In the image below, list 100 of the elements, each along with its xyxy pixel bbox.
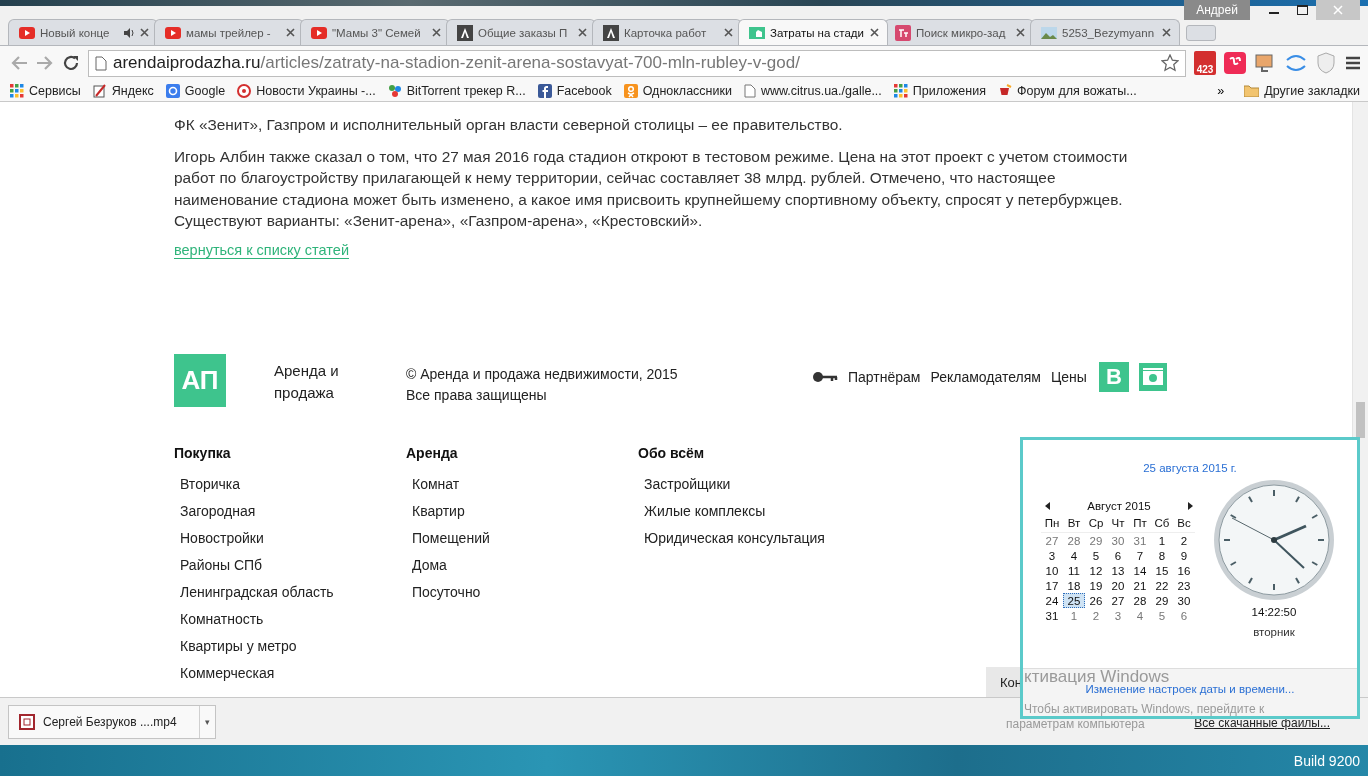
bookmark-label[interactable]: Google — [184, 83, 226, 98]
previous-icon[interactable] — [1045, 502, 1050, 510]
more-bookmarks-button[interactable]: » — [1217, 83, 1225, 98]
bookmark-label[interactable]: Яндекс — [111, 83, 154, 98]
calendar-day[interactable]: 31 — [1041, 608, 1063, 623]
close-icon[interactable] — [578, 28, 587, 37]
maximize-icon[interactable] — [1296, 5, 1308, 15]
calendar-day[interactable]: 4 — [1129, 608, 1151, 623]
footer-link[interactable]: Квартир — [412, 497, 638, 525]
calendar-day[interactable]: 16 — [1173, 563, 1195, 578]
download-menu-button[interactable]: ▾ — [199, 705, 215, 738]
calendar-day[interactable]: 30 — [1107, 533, 1129, 548]
month-title[interactable]: Август 2015 — [1087, 500, 1151, 512]
browser-tab[interactable]: Поиск микро-зад — [884, 19, 1034, 45]
footer-link[interactable]: Новостройки — [180, 524, 406, 552]
calendar-day[interactable]: 1 — [1063, 608, 1085, 623]
calendar-day[interactable]: 4 — [1063, 548, 1085, 563]
star-icon[interactable] — [1161, 54, 1179, 72]
calendar-day[interactable]: 12 — [1085, 563, 1107, 578]
footer-link[interactable]: Посуточно — [412, 578, 638, 606]
calendar-day[interactable]: 15 — [1151, 563, 1173, 578]
close-icon[interactable] — [286, 28, 295, 37]
calendar-day[interactable]: 5 — [1085, 548, 1107, 563]
calendar-day[interactable]: 25 — [1063, 593, 1085, 608]
calendar-day[interactable]: 6 — [1173, 608, 1195, 623]
footer-link[interactable]: Вторичка — [180, 470, 406, 498]
close-icon[interactable] — [140, 28, 149, 37]
close-icon[interactable] — [432, 28, 441, 37]
browser-tab[interactable]: Карточка работ — [592, 19, 742, 45]
script-extension-icon[interactable] — [1224, 52, 1246, 74]
browser-tab[interactable]: Затраты на стади — [738, 19, 888, 45]
footer-link[interactable]: Рекламодателям — [930, 368, 1041, 385]
calendar-day[interactable]: 1 — [1151, 533, 1173, 548]
bookmark[interactable]: Одноклассники — [623, 83, 732, 98]
next-icon[interactable] — [1188, 502, 1193, 510]
monitor-icon[interactable] — [1254, 52, 1276, 74]
other-bookmarks[interactable]: Другие закладки — [1244, 83, 1360, 98]
calendar-day[interactable]: 3 — [1041, 548, 1063, 563]
footer-link[interactable]: Ленинградская область — [180, 578, 406, 606]
calendar-day[interactable]: 3 — [1107, 608, 1129, 623]
reload-icon[interactable] — [62, 54, 80, 72]
calendar-day[interactable]: 14 — [1129, 563, 1151, 578]
close-icon[interactable] — [1016, 28, 1025, 37]
footer-link[interactable]: Жилые комплексы — [644, 497, 870, 525]
bookmark-label[interactable]: Другие закладки — [1264, 83, 1360, 98]
bookmark-label[interactable]: Facebook — [556, 83, 612, 98]
calendar-day[interactable]: 10 — [1041, 563, 1063, 578]
settings-link[interactable]: Изменение настроек даты и времени... — [1085, 683, 1295, 695]
footer-link[interactable]: Коммерческая — [180, 659, 406, 687]
footer-link[interactable]: Цены — [1050, 368, 1087, 385]
calendar-day[interactable]: 17 — [1041, 578, 1063, 593]
footer-link[interactable]: Юридическая консультация — [644, 524, 870, 552]
footer-link[interactable]: Партнёрам — [848, 368, 921, 385]
close-icon[interactable] — [724, 28, 733, 37]
bookmark-label[interactable]: Приложения — [912, 83, 986, 98]
calendar-day[interactable]: 31 — [1129, 533, 1151, 548]
footer-link[interactable]: Застройщики — [644, 470, 870, 498]
calendar-day[interactable]: 27 — [1041, 533, 1063, 548]
calendar-day[interactable]: 5 — [1151, 608, 1173, 623]
bookmark[interactable]: Яндекс — [92, 83, 154, 98]
bookmark-label[interactable]: Одноклассники — [642, 83, 732, 98]
footer-link[interactable]: Загородная — [180, 497, 406, 525]
scrollbar-thumb[interactable] — [1356, 402, 1365, 438]
footer-link[interactable]: Районы СПб — [180, 551, 406, 579]
calendar-day[interactable]: 28 — [1129, 593, 1151, 608]
bookmark[interactable]: Google — [165, 83, 226, 98]
calendar-day[interactable]: 7 — [1129, 548, 1151, 563]
address-field[interactable]: arendaiprodazha.ru/articles/zatraty-na-stadion-zenit-arena-sostavyat-700-mln-rubley-v-god/ — [88, 49, 1186, 77]
footer-link[interactable]: Дома — [412, 551, 638, 579]
calendar-day[interactable]: 18 — [1063, 578, 1085, 593]
calendar-day[interactable]: 26 — [1085, 593, 1107, 608]
calendar-day[interactable]: 24 — [1041, 593, 1063, 608]
calendar-day[interactable]: 27 — [1107, 593, 1129, 608]
date-link[interactable]: 25 августа 2015 г. — [1023, 462, 1357, 474]
footer-link[interactable]: Комнатность — [180, 605, 406, 633]
calendar-day[interactable]: 8 — [1151, 548, 1173, 563]
calendar-day[interactable]: 30 — [1173, 593, 1195, 608]
calendar-day[interactable]: 2 — [1173, 533, 1195, 548]
download-item[interactable]: Сергей Безруков ....mp4 ▾ — [8, 704, 216, 739]
close-icon[interactable] — [1162, 28, 1171, 37]
footer-link[interactable]: Квартиры у метро — [180, 632, 406, 660]
calendar-day[interactable]: 22 — [1151, 578, 1173, 593]
calendar-day[interactable]: 29 — [1151, 593, 1173, 608]
calendar-day[interactable]: 19 — [1085, 578, 1107, 593]
calendar-day[interactable]: 2 — [1085, 608, 1107, 623]
browser-tab[interactable]: 5253_Bezymyann — [1030, 19, 1180, 45]
calendar-day[interactable]: 9 — [1173, 548, 1195, 563]
calendar-day[interactable]: 6 — [1107, 548, 1129, 563]
calendar-day[interactable]: 29 — [1085, 533, 1107, 548]
mail-extension[interactable]: 423 — [1194, 51, 1216, 75]
calendar-day[interactable]: 11 — [1063, 563, 1085, 578]
close-icon[interactable] — [870, 28, 879, 37]
footer-link[interactable]: Помещений — [412, 524, 638, 552]
bookmark[interactable]: Facebook — [537, 83, 612, 98]
bookmark[interactable]: Сервисы — [10, 83, 81, 98]
calendar-day[interactable]: 28 — [1063, 533, 1085, 548]
bookmark-label[interactable]: Сервисы — [29, 83, 81, 98]
menu-icon[interactable] — [1344, 55, 1362, 71]
bookmark[interactable]: Приложения — [893, 83, 986, 98]
footer-link[interactable]: Комнат — [412, 470, 638, 498]
